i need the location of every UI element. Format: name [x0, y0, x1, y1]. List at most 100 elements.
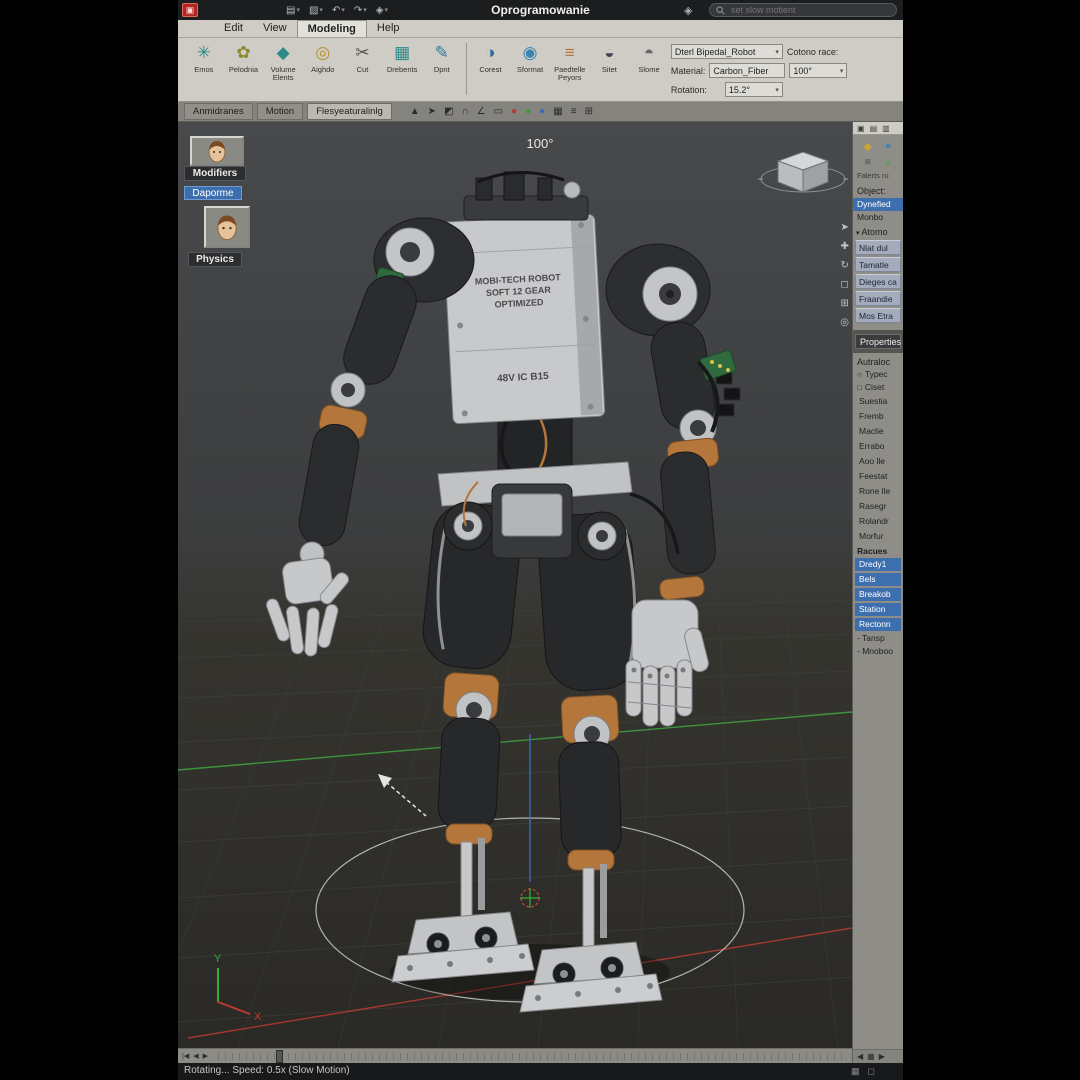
physics-button[interactable]: Physics: [188, 252, 242, 267]
app-logo-icon[interactable]: ▣: [182, 3, 198, 17]
property-item[interactable]: Morfur: [853, 529, 903, 544]
property-item[interactable]: Rolandr: [853, 514, 903, 529]
menu-modeling[interactable]: Modeling: [297, 20, 367, 37]
property-item[interactable]: Maclie: [853, 424, 903, 439]
scale-icon[interactable]: ◻: [840, 279, 849, 291]
sphere-red-icon[interactable]: ●: [511, 103, 517, 121]
property-item[interactable]: Errabo: [853, 439, 903, 454]
angle-dropdown[interactable]: 100° ▾: [789, 63, 847, 78]
menu-help[interactable]: Help: [367, 20, 410, 37]
cone-icon[interactable]: ▲: [880, 156, 898, 168]
select-cursor-icon[interactable]: ➤: [840, 222, 849, 234]
tab-motion[interactable]: Motion: [257, 103, 304, 120]
status-box-icon[interactable]: ◻: [868, 1063, 875, 1079]
atomo-item[interactable]: Dieges ca: [855, 274, 901, 289]
move-icon[interactable]: ✚: [840, 241, 849, 253]
toolbar-button-dpnt[interactable]: ✎ Dpnt: [422, 41, 462, 74]
open-scene-icon[interactable]: ▧▾: [309, 5, 323, 16]
toolbar-button-volume-elents[interactable]: ◆ Volume Elents: [263, 41, 303, 82]
step-back-icon[interactable]: ◀: [193, 1052, 198, 1060]
workspace-icon[interactable]: ◈▾: [376, 5, 388, 16]
angle-snap-icon[interactable]: ∠: [477, 103, 486, 121]
nav-left-icon[interactable]: ◀: [857, 1052, 863, 1061]
rotation-dropdown[interactable]: 15.2° ▾: [725, 82, 783, 97]
geometry-icon[interactable]: ◆: [859, 140, 877, 153]
timeline[interactable]: |◀ ◀ ▶: [178, 1048, 852, 1063]
selected-modifier-button[interactable]: Daporme: [184, 186, 242, 200]
typec-radio[interactable]: ○ Typec: [853, 368, 903, 381]
toolbar-button-pelodnia[interactable]: ✿ Pelodnia: [224, 41, 264, 74]
play-icon[interactable]: ▶: [203, 1052, 208, 1060]
nav-right-icon[interactable]: ▶: [879, 1052, 885, 1061]
menu-edit[interactable]: Edit: [214, 20, 253, 37]
search-box[interactable]: [709, 3, 897, 17]
menu-view[interactable]: View: [253, 20, 297, 37]
select-arrow-icon[interactable]: ➤: [428, 103, 436, 121]
layers-icon[interactable]: ≡: [571, 103, 577, 121]
snap-magnet-icon[interactable]: ∩: [462, 103, 469, 121]
panel-grid-icon[interactable]: ▤: [870, 124, 878, 133]
cube-icon[interactable]: ◩: [444, 103, 453, 121]
compass-icon[interactable]: ◈: [684, 4, 692, 17]
sphere-green-icon[interactable]: ●: [525, 103, 531, 121]
selected-list-item[interactable]: Bels: [855, 573, 901, 586]
toolbar-button-slome[interactable]: ◓ Slome: [629, 41, 669, 74]
grid-icon[interactable]: ▦: [553, 103, 562, 121]
toolbar-button-sformat[interactable]: ◉ Sformat: [510, 41, 550, 74]
property-item[interactable]: Suestia: [853, 394, 903, 409]
atomo-item[interactable]: Nlat dul: [855, 240, 901, 255]
dash-item[interactable]: - Tansp: [853, 632, 903, 645]
nav-grid-icon[interactable]: ▦: [867, 1052, 875, 1061]
property-item[interactable]: Rasegr: [853, 499, 903, 514]
plane-icon[interactable]: ▭: [494, 103, 503, 121]
selected-list-item[interactable]: Rectonn: [855, 618, 901, 631]
properties-button[interactable]: Properties: [855, 334, 901, 349]
status-grid-icon[interactable]: ▦: [851, 1063, 860, 1079]
rotate-icon[interactable]: ↻: [840, 260, 849, 272]
selected-list-item[interactable]: Station: [855, 603, 901, 616]
tab-flesyeaturalinlg[interactable]: Flesyeaturalinlg: [307, 103, 392, 120]
viewport[interactable]: MOBI-TECH ROBOT SOFT 12 GEAR OPTIMIZED 4…: [178, 122, 852, 1048]
toolbar-button-cut[interactable]: ✂ Cut: [343, 41, 383, 74]
atomo-item[interactable]: Mos Etra: [855, 308, 901, 323]
play-up-icon[interactable]: ▲: [410, 103, 420, 121]
sphere-icon[interactable]: ●: [880, 140, 898, 153]
modifiers-button[interactable]: Modifiers: [184, 166, 246, 181]
toolbar-button-aighdo[interactable]: ◎ Aighdo: [303, 41, 343, 74]
grid-snap-icon[interactable]: ⊞: [840, 298, 849, 310]
modifier-head-thumbnail[interactable]: [190, 136, 244, 166]
selected-list-item[interactable]: Dredy1: [855, 558, 901, 571]
sphere-blue-icon[interactable]: ●: [539, 103, 545, 121]
orbit-icon[interactable]: ◎: [840, 317, 849, 329]
redo-icon[interactable]: ↷▾: [354, 5, 367, 16]
toolbar-button-sitet[interactable]: ◒ Sitet: [590, 41, 630, 74]
atomo-section-header[interactable]: ▾ Atomo: [853, 224, 903, 239]
property-item[interactable]: Feestat: [853, 469, 903, 484]
property-item[interactable]: Fremb: [853, 409, 903, 424]
physics-head-thumbnail[interactable]: [204, 206, 250, 248]
object-item[interactable]: Monbo: [853, 211, 903, 224]
preset-dropdown[interactable]: Dterl Bipedal_Robot ▾: [671, 44, 783, 59]
first-frame-icon[interactable]: |◀: [182, 1052, 189, 1060]
object-item-selected[interactable]: Dynefied: [853, 198, 903, 211]
render-icon[interactable]: ⊞: [585, 103, 593, 121]
undo-icon[interactable]: ↶▾: [332, 5, 345, 16]
tab-anmidranes[interactable]: Anmidranes: [184, 103, 253, 120]
toolbar-button-paedtelle[interactable]: ≡ Paedtelle Peyors: [550, 41, 590, 82]
atomo-item[interactable]: Fraandie: [855, 291, 901, 306]
toolbar-button-drebents[interactable]: ▦ Drebents: [382, 41, 422, 74]
toolbar-button-corest[interactable]: ◑ Corest: [471, 41, 511, 74]
atomo-item[interactable]: Tamatle: [855, 257, 901, 272]
toolbar-button-emos[interactable]: ✳ Emos: [184, 41, 224, 74]
ciset-checkbox[interactable]: □ Ciset: [853, 381, 903, 394]
property-item[interactable]: Aoo lle: [853, 454, 903, 469]
material-field[interactable]: Carbon_Fiber: [709, 63, 785, 78]
dash-item[interactable]: - Mnoboo: [853, 645, 903, 658]
timeline-scrubber[interactable]: [276, 1050, 283, 1063]
box-icon[interactable]: ■: [859, 156, 877, 168]
panel-home-icon[interactable]: ▣: [857, 124, 865, 133]
new-scene-icon[interactable]: ▤▾: [286, 5, 300, 16]
panel-list-icon[interactable]: ▥: [882, 124, 890, 133]
selected-list-item[interactable]: Breakob: [855, 588, 901, 601]
search-input[interactable]: [729, 4, 890, 16]
